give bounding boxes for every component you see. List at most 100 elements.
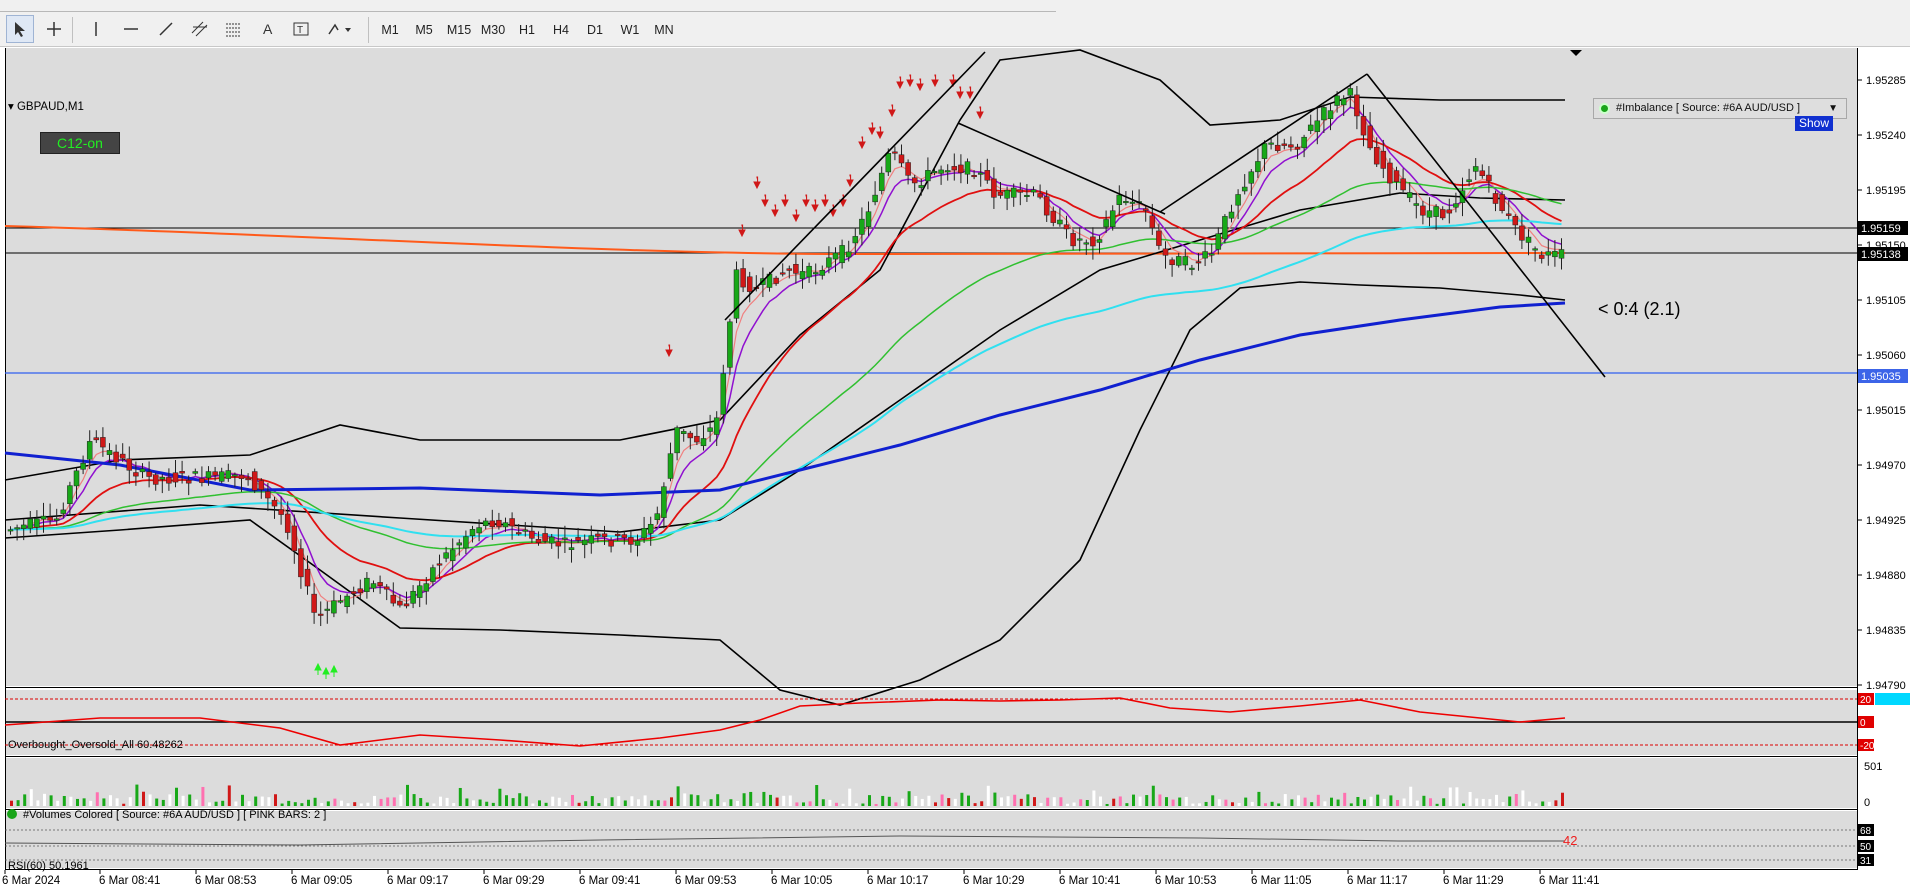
volume-bar [89,800,93,806]
vertical-line-icon[interactable] [82,15,110,43]
trendline-icon[interactable] [152,15,180,43]
show-button[interactable]: Show [1795,116,1833,131]
text-icon[interactable]: A [254,15,282,43]
volume-bar [1224,799,1228,806]
timeframe-m15[interactable]: M15 [443,19,475,41]
price-tick-label: 1.94970 [1866,460,1906,472]
volume-count: 42 [1563,833,1578,848]
volume-bar [188,794,192,806]
volume-bar [1059,797,1063,806]
volume-bar [1257,791,1261,806]
timeframe-w1[interactable]: W1 [614,19,646,41]
timeframe-m30[interactable]: M30 [477,19,509,41]
volume-bar [1382,798,1386,806]
rsi-level-label: 31 [1860,856,1872,867]
volume-bar [56,800,60,806]
status-dot-icon [1599,103,1610,114]
volume-bar [1052,797,1056,806]
timeframe-d1[interactable]: D1 [579,19,611,41]
volume-bar [412,794,416,806]
cursor-icon[interactable] [6,15,34,43]
price-tick-label: 1.94835 [1866,625,1906,637]
volume-bar [973,803,977,806]
volume-bar [861,803,865,806]
volume-bar [901,798,904,806]
volume-bar [1250,801,1254,806]
volume-bar [142,791,145,806]
volume-bar [755,802,759,806]
volume-bar [1349,803,1353,806]
time-tick-label: 6 Mar 10:17 [867,875,928,887]
volume-bar [1178,797,1182,806]
timeframe-m5[interactable]: M5 [408,19,440,41]
drawing-toolbar: A T M1 M5 M15 M30 H1 H4 D1 W1 MN [0,12,1910,47]
volume-bar [1435,803,1439,806]
rsi-level-label: 68 [1860,826,1872,837]
volume-bar [967,795,970,806]
volume-bar [689,794,693,806]
price-axis: 1.952851.952401.951951.951501.951051.950… [1857,75,1908,692]
volume-bar [947,798,951,806]
volume-bar [1455,787,1459,806]
volume-bar [1132,794,1135,806]
timeframe-h1[interactable]: H1 [511,19,543,41]
c12-toggle-button[interactable]: C12-on [40,132,120,154]
volume-bar [1072,802,1076,806]
timeframe-mn[interactable]: MN [648,19,680,41]
volume-bar [1303,797,1307,806]
volume-bar [716,794,720,806]
imbalance-label: #Imbalance [ Source: #6A AUD/USD ] [1616,102,1801,114]
volume-bar [610,797,614,806]
volume-bar [1521,790,1525,806]
time-tick-label: 6 Mar 2024 [2,875,61,887]
volume-bar [419,798,423,806]
volume-bar [1310,802,1314,806]
volume-bar [551,796,555,806]
arrows-dropdown-icon[interactable] [322,15,358,43]
volume-bar [260,796,264,806]
timeframe-h4[interactable]: H4 [545,19,577,41]
volume-bar [1409,786,1413,806]
volume-bar [1283,794,1287,806]
volume-bar [1013,794,1017,806]
text-label-icon[interactable]: T [287,15,315,43]
horizontal-line-icon[interactable] [117,15,145,43]
volume-bar [623,800,627,806]
price-tag-hline: 1.95035 [1858,369,1908,383]
volume-bar [491,802,495,806]
volume-bar [43,793,46,806]
crosshair-icon[interactable] [40,15,68,43]
volume-bar [445,797,449,806]
price-chart[interactable]: 1.952851.952401.951951.951501.951051.950… [0,47,1910,887]
equidistant-channel-icon[interactable] [186,15,214,43]
volume-bar [518,793,522,806]
volume-bar [1237,802,1241,806]
volume-bar [293,802,297,806]
volume-bar [1343,792,1347,806]
volume-bar [379,798,383,806]
volume-bar [432,803,436,806]
volume-bar [1376,794,1380,806]
volume-bar [544,802,548,806]
volume-bar [267,797,271,806]
volume-bar [1468,791,1472,806]
volumes-area [5,758,1857,808]
volume-bar [1442,798,1446,806]
volume-bar [1396,799,1399,806]
volume-bar [835,802,838,806]
volume-bar [399,794,403,806]
volume-bar [1204,801,1208,806]
volume-bar [868,795,871,806]
volume-bar [1158,794,1162,806]
volume-bar [531,803,535,806]
volume-bar [122,803,126,806]
volume-bar [36,800,40,806]
chart-window[interactable]: 1.95285 1.95240 1.95195 1.95150 1.95105 1.950… [0,47,1910,887]
fibonacci-icon[interactable] [220,15,248,43]
volume-bar [1217,799,1221,806]
volume-bar [1547,801,1551,806]
volume-bar [1488,799,1492,806]
volume-bar [1277,803,1281,806]
volume-bar [1085,800,1089,806]
timeframe-m1[interactable]: M1 [374,19,406,41]
